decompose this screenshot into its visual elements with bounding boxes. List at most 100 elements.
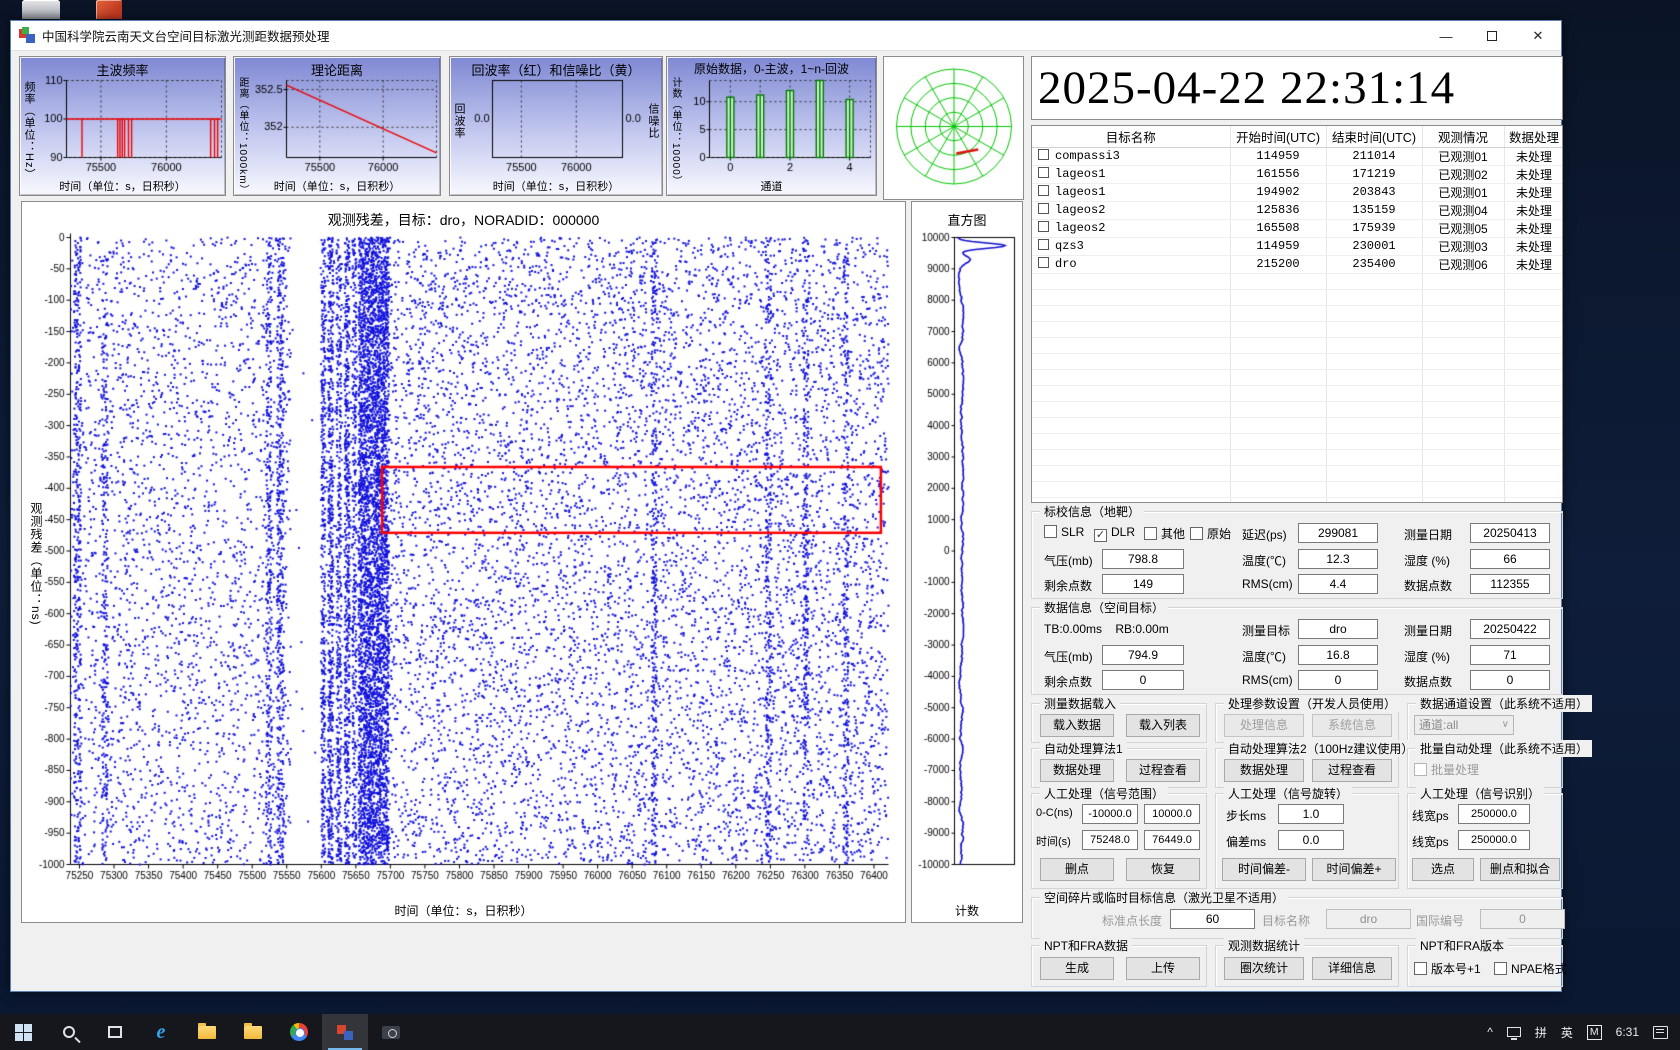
delete-fit-button[interactable]: 删点和拟合 — [1480, 858, 1560, 881]
calib-temp-field[interactable]: 12.3 — [1298, 549, 1378, 569]
row-checkbox[interactable] — [1038, 149, 1049, 160]
table-row[interactable]: lageos2165508175939已观测05未处理 — [1032, 219, 1563, 237]
time-offset-minus-button[interactable]: 时间偏差- — [1222, 858, 1306, 881]
row-checkbox[interactable] — [1038, 239, 1049, 250]
detail-info-button[interactable]: 详细信息 — [1312, 957, 1392, 980]
generate-button[interactable]: 生成 — [1040, 957, 1114, 980]
tray-display-button[interactable] — [1500, 1014, 1528, 1050]
load-data-button[interactable]: 载入数据 — [1040, 714, 1114, 737]
target-table[interactable]: 目标名称开始时间(UTC)结束时间(UTC)观测情况数据处理 compassi3… — [1032, 126, 1563, 503]
calib-count-field[interactable]: 112355 — [1470, 574, 1550, 594]
other-checkbox[interactable]: 其他 — [1144, 525, 1185, 542]
auto2-process-button[interactable]: 数据处理 — [1224, 759, 1304, 782]
preprocess-app-button[interactable] — [322, 1014, 368, 1050]
slr-checkbox[interactable]: SLR — [1044, 525, 1084, 539]
upload-button[interactable]: 上传 — [1126, 957, 1200, 980]
table-row[interactable]: qzs3114959230001已观测03未处理 — [1032, 237, 1563, 255]
version-plus-checkbox[interactable]: 版本号+1 — [1414, 960, 1481, 977]
calib-date-field[interactable]: 20250413 — [1470, 523, 1550, 543]
time-max-field[interactable]: 76449.0 — [1144, 830, 1200, 850]
camera-app-button[interactable] — [368, 1014, 414, 1050]
table-row[interactable] — [1032, 385, 1563, 401]
offset-field[interactable]: 0.0 — [1278, 830, 1344, 850]
restore-button[interactable]: 恢复 — [1126, 858, 1200, 881]
linewidth2-field[interactable]: 250000.0 — [1458, 830, 1530, 850]
taskview-button[interactable] — [92, 1014, 138, 1050]
close-button[interactable]: ✕ — [1515, 21, 1561, 51]
maximize-button[interactable] — [1469, 21, 1515, 51]
space-temp-field[interactable]: 16.8 — [1298, 645, 1378, 665]
table-row[interactable] — [1032, 353, 1563, 369]
table-row[interactable] — [1032, 369, 1563, 385]
table-row[interactable] — [1032, 321, 1563, 337]
row-checkbox[interactable] — [1038, 185, 1049, 196]
ime-lang-indicator[interactable]: 英 — [1554, 1014, 1580, 1050]
table-row[interactable]: lageos1161556171219已观测02未处理 — [1032, 165, 1563, 183]
table-row[interactable] — [1032, 481, 1563, 497]
desktop-icon-app[interactable] — [96, 0, 122, 19]
explorer-button[interactable] — [184, 1014, 230, 1050]
clock-tray[interactable]: 6:31 — [1609, 1014, 1646, 1050]
step-field[interactable]: 1.0 — [1278, 804, 1344, 824]
table-row[interactable] — [1032, 337, 1563, 353]
space-count-field[interactable]: 0 — [1470, 670, 1550, 690]
residual-plot-canvas[interactable] — [22, 202, 905, 902]
space-pressure-field[interactable]: 794.9 — [1102, 645, 1184, 665]
auto2-view-button[interactable]: 过程查看 — [1312, 759, 1392, 782]
auto1-process-button[interactable]: 数据处理 — [1040, 759, 1114, 782]
table-row[interactable] — [1032, 289, 1563, 305]
space-points-field[interactable]: 0 — [1102, 670, 1184, 690]
time-min-field[interactable]: 75248.0 — [1082, 830, 1138, 850]
table-row[interactable]: lageos2125836135159已观测04未处理 — [1032, 201, 1563, 219]
load-list-button[interactable]: 载入列表 — [1126, 714, 1200, 737]
ime-pinyin-indicator[interactable]: 拼 — [1528, 1014, 1554, 1050]
table-header-cell[interactable]: 观测情况 — [1422, 126, 1504, 147]
calib-points-field[interactable]: 149 — [1102, 574, 1184, 594]
dlr-checkbox[interactable]: ✓DLR — [1094, 525, 1135, 542]
table-row[interactable] — [1032, 417, 1563, 433]
time-offset-plus-button[interactable]: 时间偏差+ — [1312, 858, 1396, 881]
calib-pressure-field[interactable]: 798.8 — [1102, 549, 1184, 569]
table-row[interactable] — [1032, 401, 1563, 417]
raw-checkbox[interactable]: 原始 — [1190, 525, 1231, 542]
table-row[interactable] — [1032, 273, 1563, 289]
delay-field[interactable]: 299081 — [1298, 523, 1378, 543]
table-header-cell[interactable]: 开始时间(UTC) — [1230, 126, 1326, 147]
table-row[interactable] — [1032, 433, 1563, 449]
search-button[interactable] — [46, 1014, 92, 1050]
oc-max-field[interactable]: 10000.0 — [1144, 804, 1200, 824]
linewidth1-field[interactable]: 250000.0 — [1458, 804, 1530, 824]
auto1-view-button[interactable]: 过程查看 — [1126, 759, 1200, 782]
folder2-button[interactable] — [230, 1014, 276, 1050]
row-checkbox[interactable] — [1038, 221, 1049, 232]
table-row[interactable] — [1032, 305, 1563, 321]
minimize-button[interactable]: — — [1423, 21, 1469, 51]
normal-point-length-field[interactable]: 60 — [1170, 909, 1255, 929]
table-header-cell[interactable]: 结束时间(UTC) — [1326, 126, 1422, 147]
pass-stat-button[interactable]: 圈次统计 — [1224, 957, 1304, 980]
oc-min-field[interactable]: -10000.0 — [1082, 804, 1138, 824]
table-row[interactable]: dro215200235400已观测06未处理 — [1032, 255, 1563, 273]
space-rms-field[interactable]: 0 — [1298, 670, 1378, 690]
space-date-field[interactable]: 20250422 — [1470, 619, 1550, 639]
select-points-button[interactable]: 选点 — [1412, 858, 1474, 881]
edge-button[interactable]: e — [138, 1014, 184, 1050]
table-row[interactable]: lageos1194902203843已观测01未处理 — [1032, 183, 1563, 201]
npae-format-checkbox[interactable]: NPAE格式 — [1494, 960, 1567, 977]
start-button[interactable] — [0, 1014, 46, 1050]
space-target-field[interactable]: dro — [1298, 619, 1378, 639]
table-header-cell[interactable]: 目标名称 — [1032, 126, 1230, 147]
table-row[interactable] — [1032, 465, 1563, 481]
row-checkbox[interactable] — [1038, 257, 1049, 268]
row-checkbox[interactable] — [1038, 167, 1049, 178]
notification-button[interactable] — [1646, 1014, 1675, 1050]
space-humidity-field[interactable]: 71 — [1470, 645, 1550, 665]
table-header-cell[interactable]: 数据处理 — [1504, 126, 1563, 147]
table-row[interactable] — [1032, 449, 1563, 465]
ime-mode-indicator[interactable]: M — [1580, 1014, 1609, 1050]
browser-button[interactable] — [276, 1014, 322, 1050]
tray-chevron-button[interactable]: ^ — [1480, 1014, 1500, 1050]
calib-rms-field[interactable]: 4.4 — [1298, 574, 1378, 594]
calib-humidity-field[interactable]: 66 — [1470, 549, 1550, 569]
table-row[interactable]: compassi3114959211014已观测01未处理 — [1032, 147, 1563, 165]
